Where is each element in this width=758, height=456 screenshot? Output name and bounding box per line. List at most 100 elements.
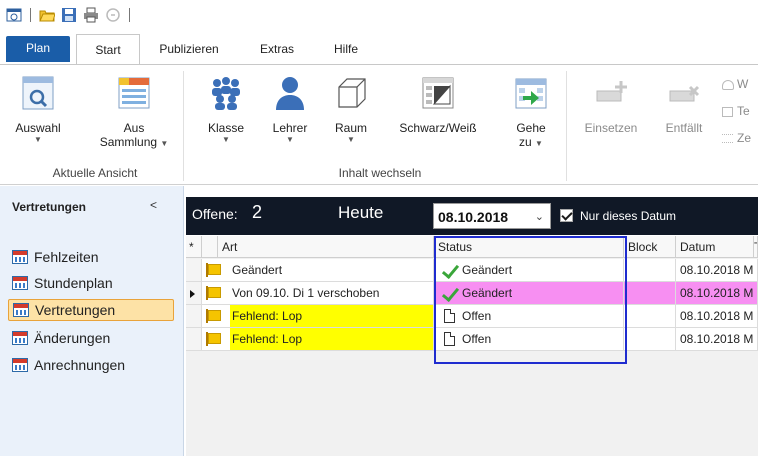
auswahl-button[interactable]: Auswahl ▼ bbox=[14, 75, 62, 145]
gehe-zu-button[interactable]: Gehe zu ▼ bbox=[508, 75, 554, 149]
cell-status: Offen bbox=[434, 305, 624, 328]
nav-item-anrechnungen[interactable]: Anrechnungen bbox=[8, 354, 174, 376]
document-icon bbox=[444, 309, 455, 323]
nur-dieses-datum-label: Nur dieses Datum bbox=[580, 209, 677, 223]
einsetzen-label: Einsetzen bbox=[584, 121, 638, 135]
nav-item-vertretungen[interactable]: Vertretungen bbox=[8, 299, 174, 321]
nav-item-label: Anrechnungen bbox=[34, 357, 126, 373]
table-row[interactable]: Von 09.10. Di 1 verschoben Geändert 08.1… bbox=[186, 282, 758, 305]
gehe-label: Gehe bbox=[516, 121, 546, 135]
print-icon[interactable] bbox=[83, 7, 99, 23]
toolbar-separator bbox=[129, 8, 130, 22]
navigation-panel: Vertretungen < Fehlzeiten Stundenplan Ve… bbox=[0, 186, 184, 456]
column-header-flag bbox=[202, 236, 218, 258]
insert-icon bbox=[593, 75, 629, 111]
row-marker bbox=[186, 305, 202, 328]
offene-count: 2 bbox=[252, 202, 263, 222]
klasse-button[interactable]: Klasse ▼ bbox=[204, 75, 248, 145]
dropdown-arrow-icon: ▼ bbox=[347, 135, 355, 144]
flag-icon bbox=[206, 309, 221, 323]
nur-dieses-datum-checkbox[interactable] bbox=[560, 209, 573, 222]
calendar-icon bbox=[12, 331, 28, 345]
klasse-label: Klasse bbox=[207, 121, 245, 135]
aus-sammlung-button[interactable]: Aus Sammlung ▼ bbox=[92, 75, 176, 149]
group-people-icon bbox=[208, 75, 244, 111]
group-label-aktuelle-ansicht: Aktuelle Ansicht bbox=[52, 166, 138, 180]
column-header-status[interactable]: Status bbox=[434, 236, 624, 258]
folder-open-icon[interactable] bbox=[39, 7, 56, 23]
check-icon bbox=[441, 287, 457, 299]
person-icon bbox=[272, 75, 308, 111]
toolbar-separator bbox=[30, 8, 31, 22]
table-row[interactable]: Fehlend: Lop Offen 08.10.2018 M bbox=[186, 328, 758, 351]
cell-datum: 08.10.2018 M bbox=[676, 328, 758, 351]
lehrer-label: Lehrer bbox=[272, 121, 308, 135]
table-row[interactable]: Geändert Geändert 08.10.2018 M bbox=[186, 259, 758, 282]
goto-calendar-icon bbox=[513, 75, 549, 111]
cancel-lesson-icon bbox=[666, 75, 702, 111]
dropdown-arrow-icon: ▼ bbox=[34, 135, 42, 144]
tab-plan[interactable]: Plan bbox=[6, 36, 70, 62]
dropdown-arrow-icon: ▼ bbox=[286, 135, 294, 144]
collection-icon bbox=[116, 75, 152, 111]
cell-block bbox=[624, 305, 676, 328]
cell-block bbox=[624, 282, 676, 305]
date-value: 08.10.2018 bbox=[438, 209, 509, 225]
small-button-ze[interactable]: Ze bbox=[722, 131, 751, 145]
column-header-t[interactable]: T bbox=[754, 236, 758, 258]
small-button-te[interactable]: Te bbox=[722, 104, 750, 118]
cell-art: Von 09.10. Di 1 verschoben bbox=[202, 282, 434, 305]
collapse-panel-button[interactable]: < bbox=[150, 198, 157, 212]
row-marker bbox=[186, 259, 202, 282]
dropdown-arrow-icon: ▼ bbox=[222, 135, 230, 144]
cell-status: Geändert bbox=[434, 259, 624, 282]
zu-label: zu ▼ bbox=[519, 135, 543, 149]
heute-button[interactable]: Heute bbox=[338, 203, 383, 223]
nav-item-label: Änderungen bbox=[34, 330, 111, 346]
app-menu-icon[interactable] bbox=[6, 7, 22, 23]
tab-hilfe[interactable]: Hilfe bbox=[326, 34, 366, 64]
save-icon[interactable] bbox=[61, 7, 77, 23]
column-header-block[interactable]: Block bbox=[624, 236, 676, 258]
cell-art: Fehlend: Lop bbox=[202, 305, 434, 328]
nav-item-label: Stundenplan bbox=[34, 275, 113, 291]
grid-empty-area bbox=[186, 351, 758, 456]
aus-label: Aus bbox=[123, 121, 145, 135]
group-separator bbox=[183, 71, 184, 181]
chevron-down-icon[interactable]: ⌄ bbox=[535, 204, 544, 230]
table-row[interactable]: Fehlend: Lop Offen 08.10.2018 M bbox=[186, 305, 758, 328]
nav-item-stundenplan[interactable]: Stundenplan bbox=[8, 272, 174, 294]
black-white-icon bbox=[420, 75, 456, 111]
calendar-icon bbox=[12, 276, 28, 290]
row-marker bbox=[186, 328, 202, 351]
check-icon bbox=[441, 264, 457, 276]
tab-publizieren[interactable]: Publizieren bbox=[150, 34, 228, 64]
column-header-art[interactable]: Art bbox=[218, 236, 434, 258]
nav-item-label: Vertretungen bbox=[35, 302, 116, 318]
small-button-w[interactable]: W bbox=[722, 77, 748, 91]
select-view-icon bbox=[20, 75, 56, 111]
cell-block bbox=[624, 259, 676, 282]
calendar-icon bbox=[12, 358, 28, 372]
schwarz-weiss-button[interactable]: Schwarz/Weiß bbox=[396, 75, 480, 135]
cell-datum: 08.10.2018 M bbox=[676, 259, 758, 282]
cell-art: Geändert bbox=[202, 259, 434, 282]
row-selector-arrow-icon bbox=[190, 290, 195, 298]
einsetzen-button[interactable]: Einsetzen bbox=[578, 75, 644, 135]
entfaellt-label: Entfällt bbox=[665, 121, 703, 135]
flag-icon bbox=[206, 263, 221, 277]
nav-item-fehlzeiten[interactable]: Fehlzeiten bbox=[8, 246, 174, 268]
column-header-datum[interactable]: Datum bbox=[676, 236, 754, 258]
lehrer-button[interactable]: Lehrer ▼ bbox=[267, 75, 313, 145]
cell-datum: 08.10.2018 M bbox=[676, 305, 758, 328]
tab-start[interactable]: Start bbox=[76, 34, 140, 64]
date-picker[interactable]: 08.10.2018 ⌄ bbox=[433, 203, 551, 229]
entfaellt-button[interactable]: Entfällt bbox=[656, 75, 712, 135]
cell-status: Geändert bbox=[434, 282, 624, 305]
ribbon-tabs: Plan Start Publizieren Extras Hilfe bbox=[0, 34, 758, 64]
raum-button[interactable]: Raum ▼ bbox=[328, 75, 374, 145]
tab-extras[interactable]: Extras bbox=[252, 34, 302, 64]
sammlung-label: Sammlung ▼ bbox=[99, 135, 169, 149]
nav-item-aenderungen[interactable]: Änderungen bbox=[8, 327, 174, 349]
cell-status: Offen bbox=[434, 328, 624, 351]
